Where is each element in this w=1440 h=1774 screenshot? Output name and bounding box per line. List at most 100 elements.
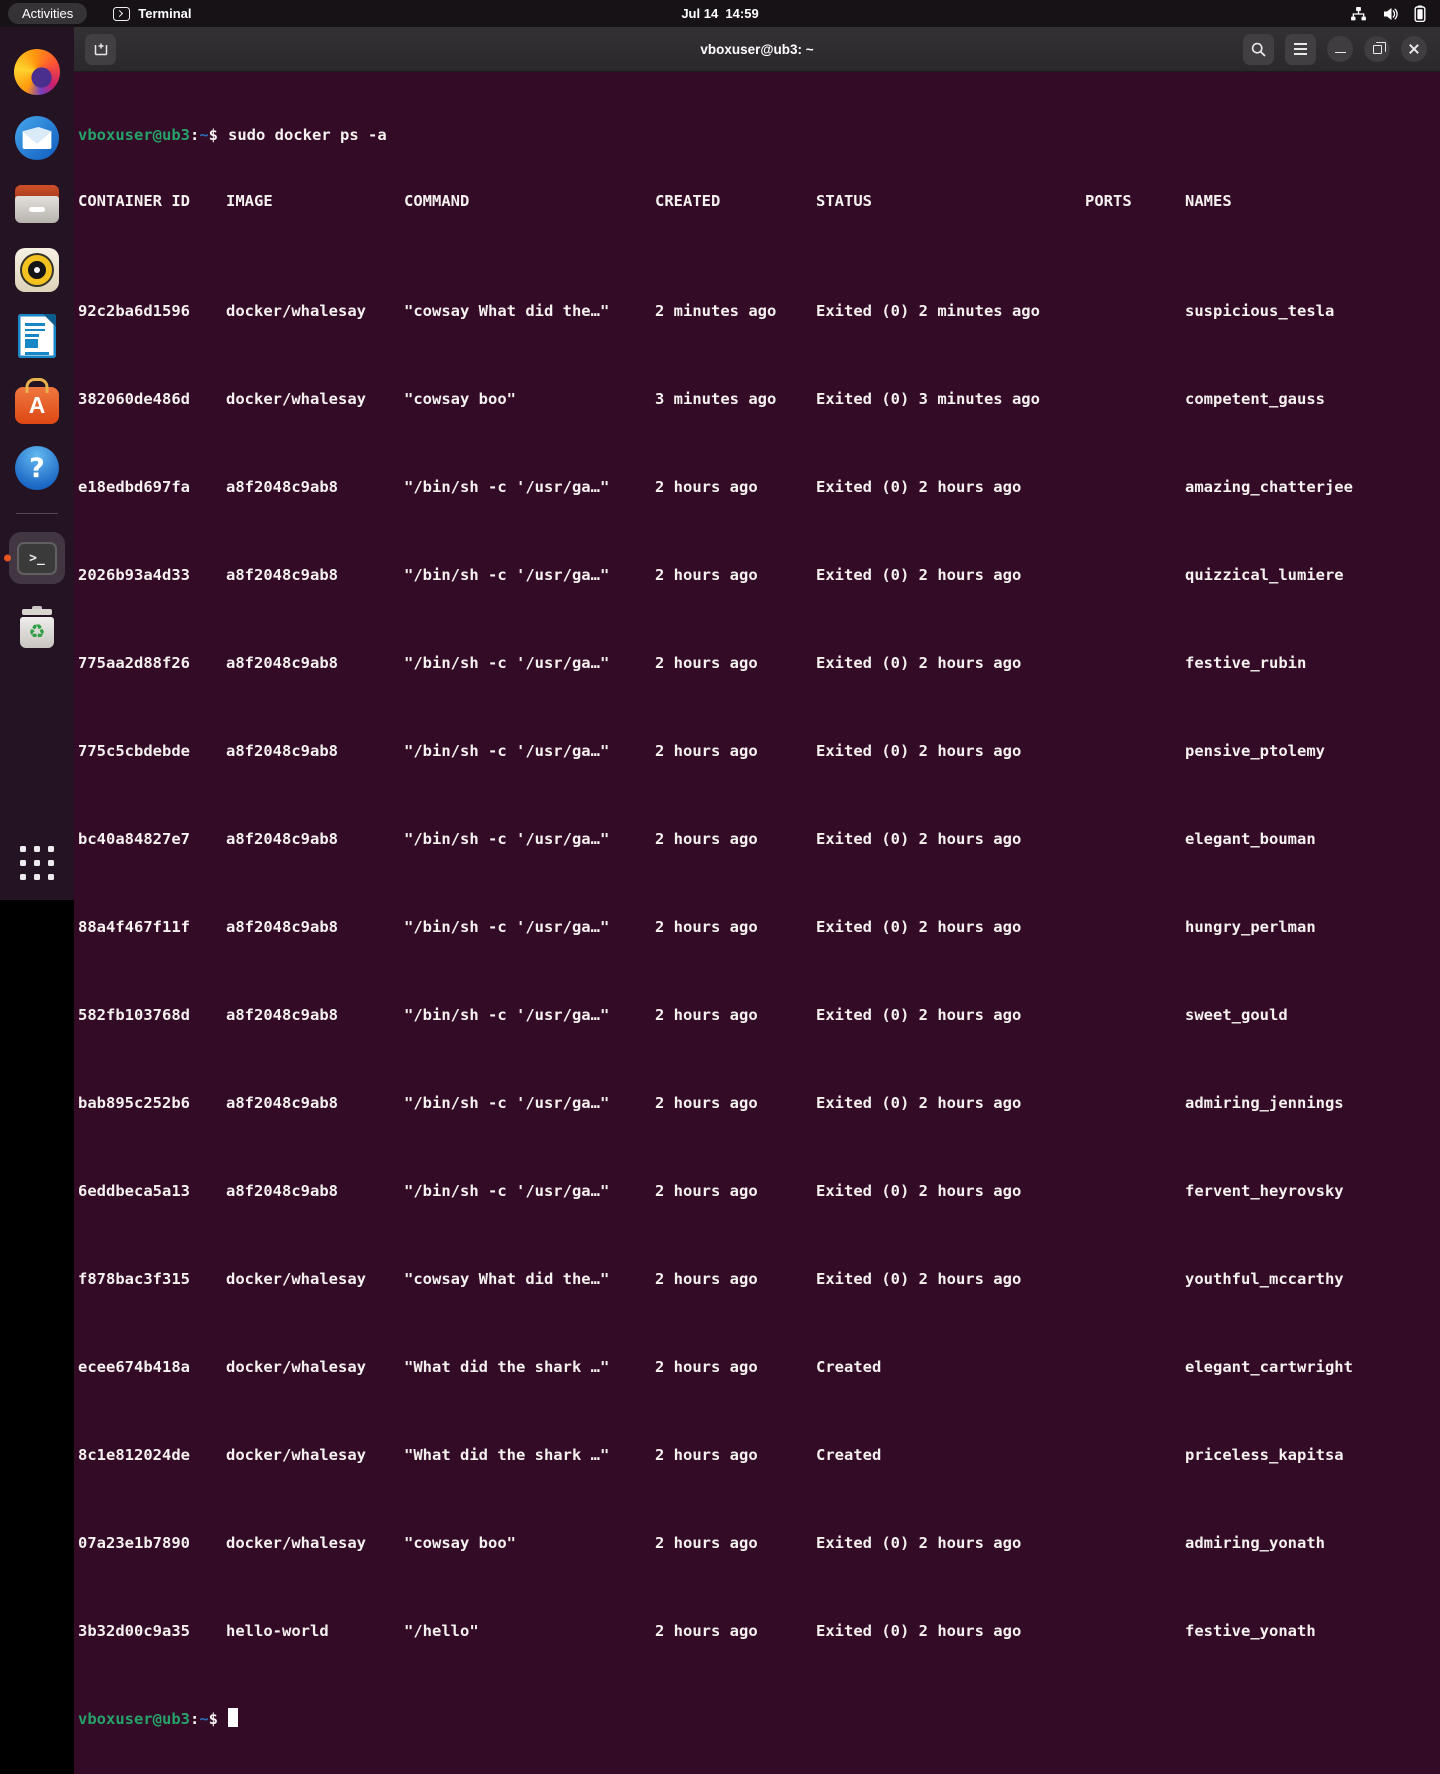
dock-item-trash[interactable] xyxy=(0,604,74,650)
close-button[interactable] xyxy=(1401,36,1427,62)
prompt-path: ~ xyxy=(199,124,208,146)
cell-container-id: 8c1e812024de xyxy=(78,1444,226,1466)
new-tab-button[interactable] xyxy=(85,34,116,65)
cell-container-id: 6eddbeca5a13 xyxy=(78,1180,226,1202)
close-icon xyxy=(1408,43,1420,55)
cell-name: elegant_bouman xyxy=(1185,828,1440,850)
dock-item-ubuntu-software[interactable] xyxy=(0,379,74,425)
cell-image: a8f2048c9ab8 xyxy=(226,740,404,762)
table-row: bc40a84827e7 a8f2048c9ab8 "/bin/sh -c '/… xyxy=(78,828,1440,850)
cell-container-id: 582fb103768d xyxy=(78,1004,226,1026)
dock-item-files[interactable] xyxy=(0,181,74,227)
dock-item-thunderbird[interactable] xyxy=(0,115,74,161)
cell-created: 2 hours ago xyxy=(655,476,816,498)
cell-image: hello-world xyxy=(226,1620,404,1642)
running-indicator-dot xyxy=(4,555,11,562)
cell-status: Exited (0) 2 hours ago xyxy=(816,1004,1085,1026)
cell-status: Exited (0) 2 hours ago xyxy=(816,1092,1085,1114)
cell-command: "/bin/sh -c '/usr/ga…" xyxy=(404,1092,655,1114)
header-ports: PORTS xyxy=(1085,190,1185,212)
dock-item-libreoffice-writer[interactable] xyxy=(0,313,74,359)
cell-created: 2 hours ago xyxy=(655,828,816,850)
terminal-app-icon xyxy=(113,7,130,21)
libreoffice-writer-icon xyxy=(18,314,56,358)
table-row: 3b32d00c9a35 hello-world "/hello" 2 hour… xyxy=(78,1620,1440,1642)
hamburger-menu-icon xyxy=(1294,43,1307,55)
table-row: 2026b93a4d33 a8f2048c9ab8 "/bin/sh -c '/… xyxy=(78,564,1440,586)
cell-name: amazing_chatterjee xyxy=(1185,476,1440,498)
cell-name: quizzical_lumiere xyxy=(1185,564,1440,586)
window-titlebar[interactable]: vboxuser@ub3: ~ xyxy=(74,27,1440,72)
cell-command: "cowsay boo" xyxy=(404,388,655,410)
files-icon xyxy=(15,185,59,223)
clock-menu[interactable]: Jul 14 14:59 xyxy=(0,6,1440,21)
cell-ports xyxy=(1085,1532,1185,1554)
cell-name: elegant_cartwright xyxy=(1185,1356,1440,1378)
clock-date[interactable]: Jul 14 xyxy=(681,6,718,21)
cell-command: "/bin/sh -c '/usr/ga…" xyxy=(404,916,655,938)
prompt-user-host: vboxuser@ub3 xyxy=(78,1708,190,1730)
header-command: COMMAND xyxy=(404,190,655,212)
cell-created: 2 hours ago xyxy=(655,1620,816,1642)
cell-image: docker/whalesay xyxy=(226,1268,404,1290)
dock-item-rhythmbox[interactable] xyxy=(0,247,74,293)
table-row: 8c1e812024de docker/whalesay "What did t… xyxy=(78,1444,1440,1466)
prompt-sigil: $ xyxy=(209,1708,218,1730)
search-button[interactable] xyxy=(1243,34,1274,65)
cell-image: a8f2048c9ab8 xyxy=(226,476,404,498)
search-icon xyxy=(1251,42,1266,57)
cell-status: Exited (0) 2 hours ago xyxy=(816,652,1085,674)
restore-button[interactable] xyxy=(1364,36,1390,62)
cell-ports xyxy=(1085,652,1185,674)
cell-image: a8f2048c9ab8 xyxy=(226,916,404,938)
clock-time[interactable]: 14:59 xyxy=(725,6,758,21)
cell-created: 2 hours ago xyxy=(655,916,816,938)
cell-container-id: 88a4f467f11f xyxy=(78,916,226,938)
help-icon xyxy=(15,446,59,490)
cell-created: 2 hours ago xyxy=(655,564,816,586)
cell-ports xyxy=(1085,300,1185,322)
cell-name: sweet_gould xyxy=(1185,1004,1440,1026)
cell-status: Exited (0) 2 hours ago xyxy=(816,1180,1085,1202)
dock-item-firefox[interactable] xyxy=(0,49,74,95)
cell-command: "/bin/sh -c '/usr/ga…" xyxy=(404,740,655,762)
prompt-sigil: $ xyxy=(209,124,218,146)
cell-status: Exited (0) 2 hours ago xyxy=(816,740,1085,762)
cell-container-id: 07a23e1b7890 xyxy=(78,1532,226,1554)
network-wired-icon xyxy=(1350,6,1367,22)
cell-created: 2 hours ago xyxy=(655,1356,816,1378)
header-container-id: CONTAINER ID xyxy=(78,190,226,212)
table-row: f878bac3f315 docker/whalesay "cowsay Wha… xyxy=(78,1268,1440,1290)
cell-container-id: 382060de486d xyxy=(78,388,226,410)
cell-image: a8f2048c9ab8 xyxy=(226,1092,404,1114)
show-applications-button[interactable] xyxy=(20,846,54,880)
cell-created: 2 hours ago xyxy=(655,740,816,762)
cell-created: 2 hours ago xyxy=(655,652,816,674)
ubuntu-software-icon xyxy=(15,387,59,424)
cell-command: "/bin/sh -c '/usr/ga…" xyxy=(404,1004,655,1026)
focused-app-menu[interactable]: Terminal xyxy=(113,6,191,21)
minimize-button[interactable] xyxy=(1327,36,1353,62)
system-status-menu[interactable] xyxy=(1350,5,1426,22)
new-tab-icon xyxy=(93,41,109,57)
terminal-output-area[interactable]: vboxuser@ub3:~$sudo docker ps -a CONTAIN… xyxy=(74,72,1440,1774)
activities-button[interactable]: Activities xyxy=(8,3,87,24)
cell-command: "/hello" xyxy=(404,1620,655,1642)
cell-name: fervent_heyrovsky xyxy=(1185,1180,1440,1202)
cell-command: "/bin/sh -c '/usr/ga…" xyxy=(404,564,655,586)
cell-command: "cowsay What did the…" xyxy=(404,1268,655,1290)
cell-image: docker/whalesay xyxy=(226,1356,404,1378)
table-row: 775aa2d88f26 a8f2048c9ab8 "/bin/sh -c '/… xyxy=(78,652,1440,674)
cell-created: 2 hours ago xyxy=(655,1092,816,1114)
cell-container-id: f878bac3f315 xyxy=(78,1268,226,1290)
dock-item-help[interactable] xyxy=(0,445,74,491)
menu-button[interactable] xyxy=(1285,34,1316,65)
cell-status: Exited (0) 2 hours ago xyxy=(816,1532,1085,1554)
cell-name: competent_gauss xyxy=(1185,388,1440,410)
cell-status: Exited (0) 2 hours ago xyxy=(816,1268,1085,1290)
cell-image: docker/whalesay xyxy=(226,300,404,322)
dock-item-terminal[interactable] xyxy=(0,532,74,584)
cell-image: docker/whalesay xyxy=(226,388,404,410)
cell-container-id: ecee674b418a xyxy=(78,1356,226,1378)
table-row: bab895c252b6 a8f2048c9ab8 "/bin/sh -c '/… xyxy=(78,1092,1440,1114)
